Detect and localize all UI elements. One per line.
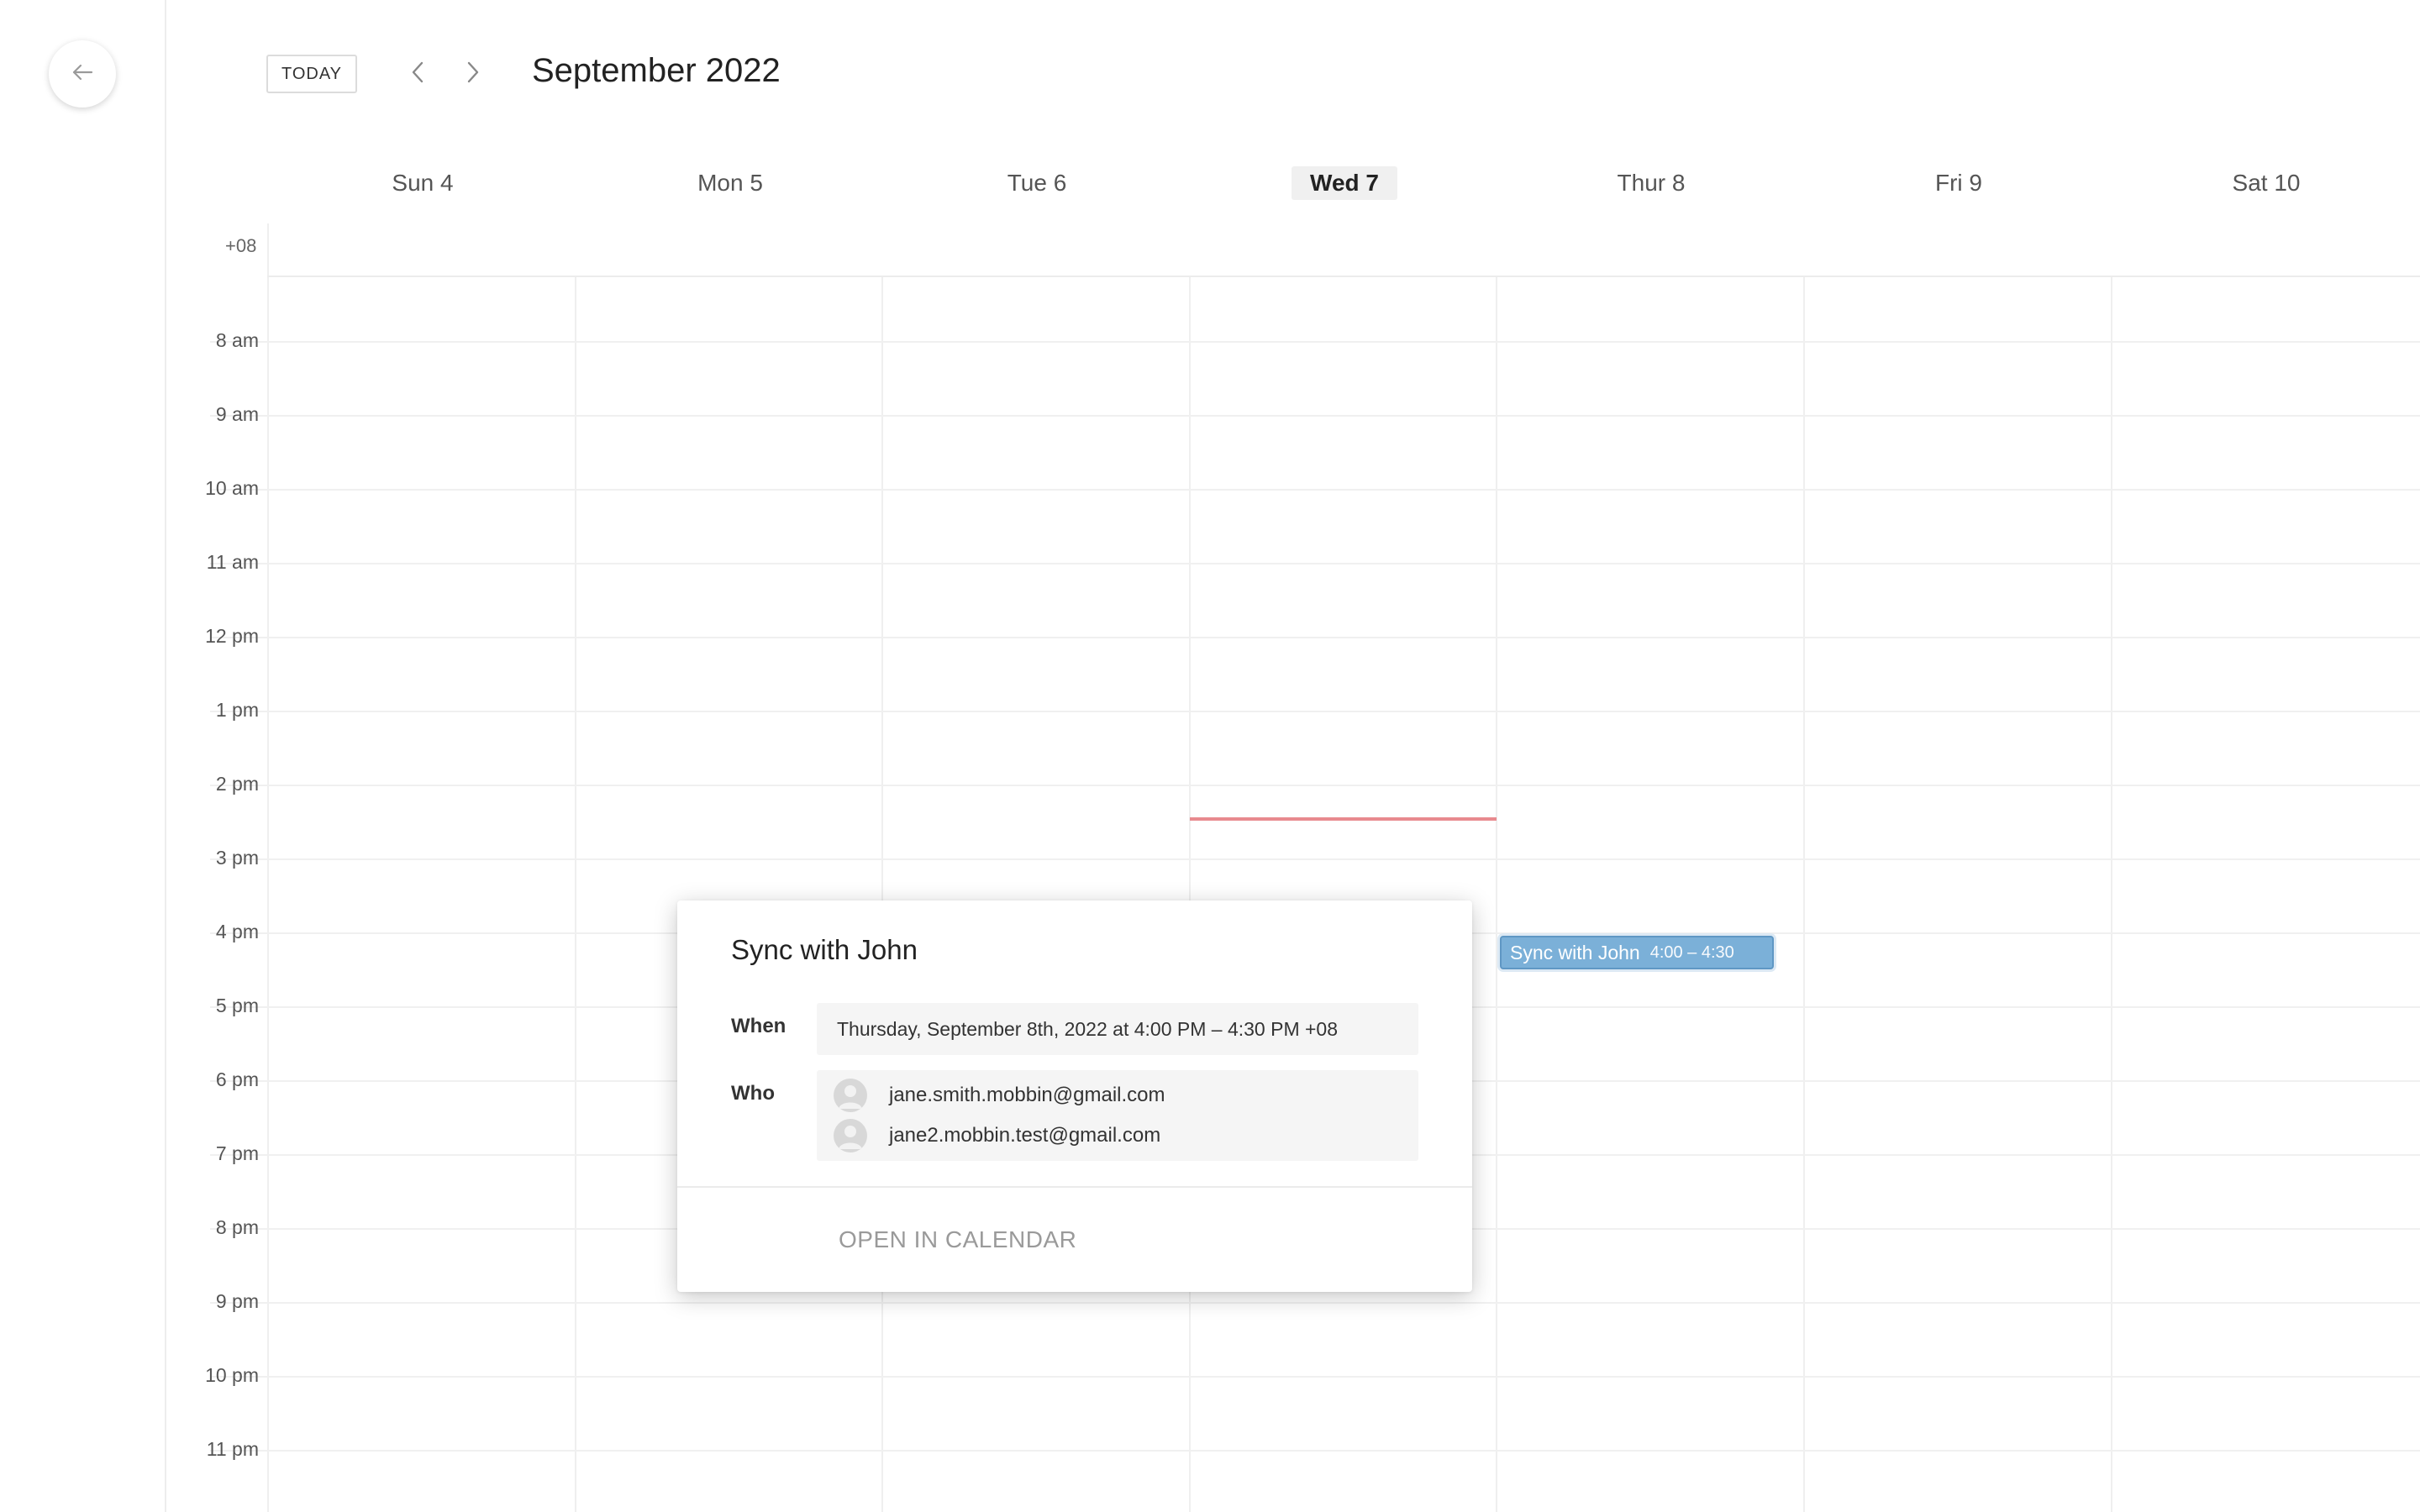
guest-item: jane.smith.mobbin@gmail.com	[834, 1077, 1165, 1114]
hour-gridline	[210, 711, 2420, 712]
hour-label: 2 pm	[215, 773, 259, 795]
day-header-label: Thur 8	[1617, 170, 1686, 196]
timezone-label: +08	[225, 235, 257, 256]
event-sync-with-john[interactable]: Sync with John 4:00 – 4:30	[1500, 936, 1774, 969]
calendar-app: TODAY September 2022 Sun 4 Mon 5 Tue 6 W…	[0, 0, 2420, 1512]
hour-gridline	[210, 489, 2420, 491]
hour-label: 8 am	[215, 329, 259, 351]
column-divider	[2111, 277, 2112, 1512]
day-header-thu: Thur 8	[1497, 166, 1805, 200]
who-label: Who	[731, 1082, 775, 1105]
month-title: September 2022	[532, 52, 781, 89]
hour-label: 3 pm	[215, 847, 259, 869]
previous-week-button[interactable]	[402, 57, 435, 91]
day-header-label: Mon 5	[697, 170, 763, 196]
when-label: When	[731, 1015, 786, 1037]
left-rail	[0, 0, 166, 1512]
hour-gridline	[210, 1376, 2420, 1378]
day-header-label: Sun 4	[392, 170, 454, 196]
day-header-label: Sat 10	[2232, 170, 2301, 196]
hour-gridline	[210, 415, 2420, 417]
hour-label: 4 pm	[215, 921, 259, 942]
user-avatar-icon	[834, 1079, 867, 1112]
popover-divider	[677, 1186, 1472, 1188]
hour-gridline	[210, 1450, 2420, 1452]
column-divider	[1803, 277, 1805, 1512]
column-divider	[1189, 277, 1191, 1512]
day-header-mon: Mon 5	[576, 166, 884, 200]
arrow-left-icon	[70, 60, 95, 89]
hour-gridline	[210, 637, 2420, 638]
chevron-right-icon	[462, 60, 482, 89]
day-header-label: Fri 9	[1935, 170, 1982, 196]
hour-label: 10 am	[205, 477, 259, 499]
hour-label: 9 am	[215, 403, 259, 425]
current-time-indicator	[1190, 817, 1497, 821]
hour-label: 12 pm	[205, 625, 259, 647]
hour-gridline	[210, 858, 2420, 860]
event-title: Sync with John	[1510, 941, 1640, 963]
event-details-popover: Sync with John When Thursday, September …	[677, 900, 1472, 1292]
week-grid[interactable]	[267, 223, 2420, 1512]
day-header-tue: Tue 6	[883, 166, 1191, 200]
column-divider	[881, 277, 883, 1512]
hour-label: 5 pm	[215, 995, 259, 1016]
user-avatar-icon	[834, 1119, 867, 1152]
hour-gridline	[210, 785, 2420, 786]
open-in-calendar-button[interactable]: OPEN IN CALENDAR	[839, 1226, 1076, 1253]
hour-gridline	[210, 563, 2420, 564]
day-header-sun: Sun 4	[269, 166, 576, 200]
when-value: Thursday, September 8th, 2022 at 4:00 PM…	[817, 1003, 1418, 1055]
event-time: 4:00 – 4:30	[1649, 942, 1734, 962]
guest-email: jane.smith.mobbin@gmail.com	[889, 1084, 1165, 1106]
guest-list: jane.smith.mobbin@gmail.com jane2.mobbin…	[817, 1070, 1418, 1161]
hour-label: 7 pm	[215, 1142, 259, 1164]
popover-title: Sync with John	[731, 934, 918, 965]
today-button[interactable]: TODAY	[266, 55, 357, 93]
hour-label: 11 pm	[206, 1438, 259, 1460]
hour-label: 6 pm	[215, 1068, 259, 1090]
guest-item: jane2.mobbin.test@gmail.com	[834, 1117, 1160, 1154]
hour-gridline	[210, 1302, 2420, 1304]
hour-gridline	[210, 341, 2420, 343]
hour-label: 9 pm	[215, 1290, 259, 1312]
column-divider	[575, 277, 576, 1512]
day-header-wed-today: Wed 7	[1191, 166, 1498, 200]
hour-label: 11 am	[206, 551, 259, 573]
chevron-left-icon	[408, 60, 429, 89]
day-header-fri: Fri 9	[1805, 166, 2112, 200]
hour-label: 8 pm	[215, 1216, 259, 1238]
all-day-divider	[267, 276, 2420, 277]
day-header-label: Tue 6	[1007, 170, 1067, 196]
day-header-label: Wed 7	[1292, 166, 1397, 200]
hour-label: 10 pm	[205, 1364, 259, 1386]
guest-email: jane2.mobbin.test@gmail.com	[889, 1124, 1161, 1147]
hour-label: 1 pm	[215, 699, 259, 721]
next-week-button[interactable]	[455, 57, 489, 91]
back-button[interactable]	[49, 40, 116, 108]
column-divider	[1496, 277, 1497, 1512]
day-header-sat: Sat 10	[2112, 166, 2420, 200]
